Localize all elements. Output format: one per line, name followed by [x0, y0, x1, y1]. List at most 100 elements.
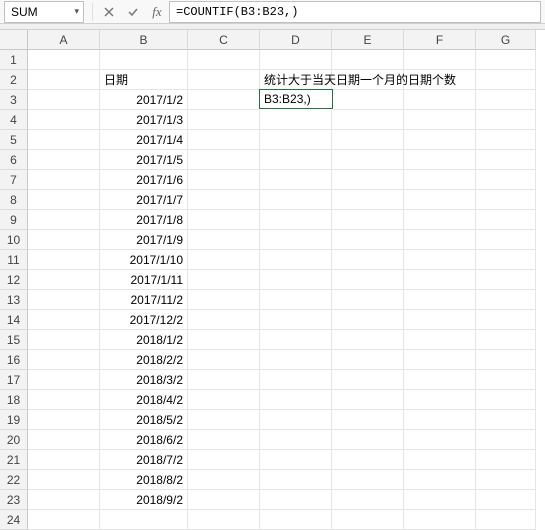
- cell-D15[interactable]: [260, 330, 332, 350]
- cell-F4[interactable]: [404, 110, 476, 130]
- column-header-E[interactable]: E: [332, 30, 404, 50]
- cell-D11[interactable]: [260, 250, 332, 270]
- cell-C12[interactable]: [188, 270, 260, 290]
- cell-C15[interactable]: [188, 330, 260, 350]
- cell-F10[interactable]: [404, 230, 476, 250]
- cell-B6[interactable]: 2017/1/5: [100, 150, 188, 170]
- cell-B17[interactable]: 2018/3/2: [100, 370, 188, 390]
- cell-B4[interactable]: 2017/1/3: [100, 110, 188, 130]
- cell-G12[interactable]: [476, 270, 536, 290]
- cell-B16[interactable]: 2018/2/2: [100, 350, 188, 370]
- cell-D20[interactable]: [260, 430, 332, 450]
- cell-C3[interactable]: [188, 90, 260, 110]
- cell-E15[interactable]: [332, 330, 404, 350]
- cell-G4[interactable]: [476, 110, 536, 130]
- cell-E17[interactable]: [332, 370, 404, 390]
- cell-A4[interactable]: [28, 110, 100, 130]
- cell-E4[interactable]: [332, 110, 404, 130]
- cell-G2[interactable]: [476, 70, 536, 90]
- cell-C19[interactable]: [188, 410, 260, 430]
- cell-C14[interactable]: [188, 310, 260, 330]
- cell-C6[interactable]: [188, 150, 260, 170]
- cell-A8[interactable]: [28, 190, 100, 210]
- cell-D22[interactable]: [260, 470, 332, 490]
- cell-D17[interactable]: [260, 370, 332, 390]
- cell-D13[interactable]: [260, 290, 332, 310]
- cell-A17[interactable]: [28, 370, 100, 390]
- cell-C11[interactable]: [188, 250, 260, 270]
- chevron-down-icon[interactable]: ▾: [74, 6, 83, 17]
- cell-D10[interactable]: [260, 230, 332, 250]
- row-header-21[interactable]: 21: [0, 450, 28, 470]
- cell-F22[interactable]: [404, 470, 476, 490]
- cell-F7[interactable]: [404, 170, 476, 190]
- cell-D19[interactable]: [260, 410, 332, 430]
- cell-E22[interactable]: [332, 470, 404, 490]
- cell-G8[interactable]: [476, 190, 536, 210]
- cell-C21[interactable]: [188, 450, 260, 470]
- cell-C10[interactable]: [188, 230, 260, 250]
- cell-F18[interactable]: [404, 390, 476, 410]
- cell-B15[interactable]: 2018/1/2: [100, 330, 188, 350]
- cell-D18[interactable]: [260, 390, 332, 410]
- cell-E6[interactable]: [332, 150, 404, 170]
- cell-C23[interactable]: [188, 490, 260, 510]
- cell-E1[interactable]: [332, 50, 404, 70]
- cell-C13[interactable]: [188, 290, 260, 310]
- cell-C20[interactable]: [188, 430, 260, 450]
- cell-D7[interactable]: [260, 170, 332, 190]
- cell-E24[interactable]: [332, 510, 404, 530]
- cell-B7[interactable]: 2017/1/6: [100, 170, 188, 190]
- cell-A21[interactable]: [28, 450, 100, 470]
- cell-B24[interactable]: [100, 510, 188, 530]
- cell-A16[interactable]: [28, 350, 100, 370]
- row-header-1[interactable]: 1: [0, 50, 28, 70]
- cell-B20[interactable]: 2018/6/2: [100, 430, 188, 450]
- cell-G11[interactable]: [476, 250, 536, 270]
- cell-D23[interactable]: [260, 490, 332, 510]
- column-header-F[interactable]: F: [404, 30, 476, 50]
- cell-F6[interactable]: [404, 150, 476, 170]
- cell-A14[interactable]: [28, 310, 100, 330]
- cell-F15[interactable]: [404, 330, 476, 350]
- cell-C18[interactable]: [188, 390, 260, 410]
- cell-E21[interactable]: [332, 450, 404, 470]
- cell-F17[interactable]: [404, 370, 476, 390]
- cell-C24[interactable]: [188, 510, 260, 530]
- cell-F8[interactable]: [404, 190, 476, 210]
- cell-D24[interactable]: [260, 510, 332, 530]
- column-header-B[interactable]: B: [100, 30, 188, 50]
- cell-G23[interactable]: [476, 490, 536, 510]
- row-header-9[interactable]: 9: [0, 210, 28, 230]
- cell-E9[interactable]: [332, 210, 404, 230]
- cell-C1[interactable]: [188, 50, 260, 70]
- cell-G16[interactable]: [476, 350, 536, 370]
- row-header-12[interactable]: 12: [0, 270, 28, 290]
- cell-F11[interactable]: [404, 250, 476, 270]
- row-header-19[interactable]: 19: [0, 410, 28, 430]
- cell-C5[interactable]: [188, 130, 260, 150]
- cell-F19[interactable]: [404, 410, 476, 430]
- cell-A15[interactable]: [28, 330, 100, 350]
- column-header-G[interactable]: G: [476, 30, 536, 50]
- cell-D3[interactable]: B3:B23,): [259, 89, 333, 109]
- name-box[interactable]: SUM ▾: [4, 1, 84, 23]
- cell-F3[interactable]: [404, 90, 476, 110]
- cell-F21[interactable]: [404, 450, 476, 470]
- cell-F13[interactable]: [404, 290, 476, 310]
- cell-E16[interactable]: [332, 350, 404, 370]
- row-header-13[interactable]: 13: [0, 290, 28, 310]
- cell-A20[interactable]: [28, 430, 100, 450]
- formula-input[interactable]: =COUNTIF(B3:B23,): [169, 1, 541, 23]
- cell-G21[interactable]: [476, 450, 536, 470]
- row-header-2[interactable]: 2: [0, 70, 28, 90]
- cell-E5[interactable]: [332, 130, 404, 150]
- row-header-18[interactable]: 18: [0, 390, 28, 410]
- cell-F1[interactable]: [404, 50, 476, 70]
- row-header-7[interactable]: 7: [0, 170, 28, 190]
- cell-B12[interactable]: 2017/1/11: [100, 270, 188, 290]
- cell-B13[interactable]: 2017/11/2: [100, 290, 188, 310]
- cell-B18[interactable]: 2018/4/2: [100, 390, 188, 410]
- row-header-22[interactable]: 22: [0, 470, 28, 490]
- cell-E7[interactable]: [332, 170, 404, 190]
